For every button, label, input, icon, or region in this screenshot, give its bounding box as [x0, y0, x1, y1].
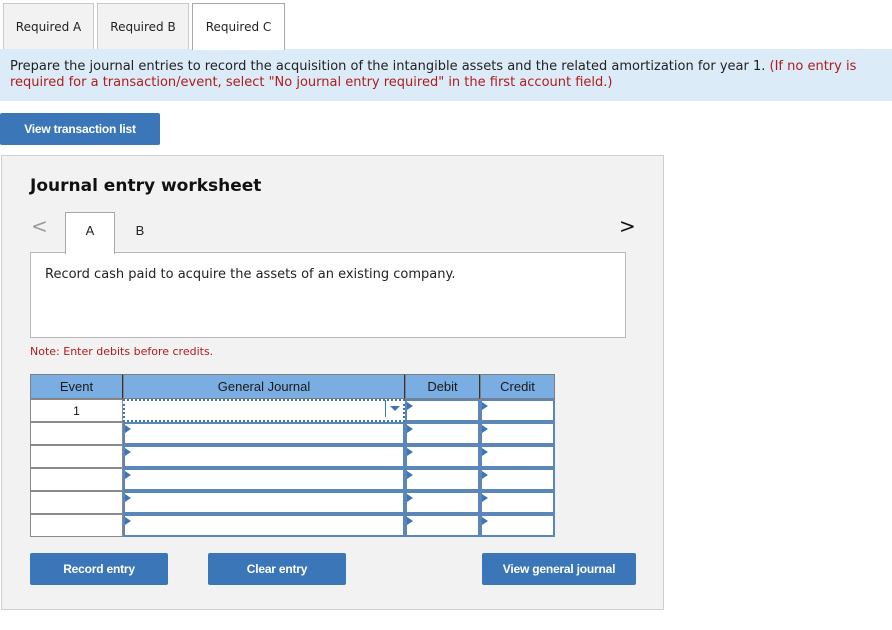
view-general-journal-button[interactable]: View general journal: [482, 553, 636, 585]
event-cell: [30, 422, 123, 445]
dropdown-arrow-icon[interactable]: [385, 400, 403, 417]
table-row: [30, 514, 555, 537]
debit-input[interactable]: [405, 468, 480, 491]
instructions-banner: Prepare the journal entries to record th…: [0, 49, 892, 101]
record-entry-button[interactable]: Record entry: [30, 553, 168, 585]
table-row: [30, 468, 555, 491]
header-credit: Credit: [480, 374, 555, 399]
chevron-right-icon[interactable]: >: [619, 215, 636, 237]
subtab-a[interactable]: A: [65, 212, 115, 254]
account-select[interactable]: [123, 514, 405, 537]
table-row: [30, 491, 555, 514]
debit-credit-note: Note: Enter debits before credits.: [30, 345, 214, 358]
description-text: Record cash paid to acquire the assets o…: [45, 267, 456, 282]
debit-input[interactable]: [405, 514, 480, 537]
account-select[interactable]: [123, 468, 405, 491]
credit-input[interactable]: [480, 468, 555, 491]
subtab-b[interactable]: B: [115, 212, 165, 254]
event-cell: [30, 445, 123, 468]
event-cell: 1: [30, 399, 123, 422]
journal-entry-worksheet: Journal entry worksheet < A B > Record c…: [1, 155, 664, 610]
table-row: [30, 422, 555, 445]
debit-input[interactable]: [405, 445, 480, 468]
worksheet-title: Journal entry worksheet: [30, 176, 262, 196]
event-cell: [30, 491, 123, 514]
tab-required-a[interactable]: Required A: [3, 3, 94, 49]
debit-input[interactable]: [405, 422, 480, 445]
credit-input[interactable]: [480, 514, 555, 537]
credit-input[interactable]: [480, 491, 555, 514]
instructions-text: Prepare the journal entries to record th…: [10, 59, 766, 74]
view-transaction-list-button[interactable]: View transaction list: [0, 113, 160, 145]
credit-input[interactable]: [480, 445, 555, 468]
table-header: Event General Journal Debit Credit: [30, 374, 555, 399]
account-select[interactable]: [123, 445, 405, 468]
event-cell: [30, 514, 123, 537]
tab-required-c[interactable]: Required C: [192, 3, 285, 50]
header-debit: Debit: [405, 374, 480, 399]
chevron-left-icon[interactable]: <: [31, 215, 48, 237]
triangle-down-icon: [389, 406, 400, 411]
tab-required-b[interactable]: Required B: [97, 3, 189, 49]
account-select[interactable]: [123, 399, 405, 422]
requirement-tabs: Required A Required B Required C: [0, 0, 892, 50]
account-select[interactable]: [123, 422, 405, 445]
header-event: Event: [30, 374, 123, 399]
transaction-description: Record cash paid to acquire the assets o…: [30, 252, 626, 338]
credit-input[interactable]: [480, 399, 555, 422]
credit-input[interactable]: [480, 422, 555, 445]
table-row: [30, 445, 555, 468]
debit-input[interactable]: [405, 491, 480, 514]
event-cell: [30, 468, 123, 491]
account-select[interactable]: [123, 491, 405, 514]
debit-input[interactable]: [405, 399, 480, 422]
header-general-journal: General Journal: [123, 374, 405, 399]
table-row: 1: [30, 399, 555, 422]
clear-entry-button[interactable]: Clear entry: [208, 553, 346, 585]
